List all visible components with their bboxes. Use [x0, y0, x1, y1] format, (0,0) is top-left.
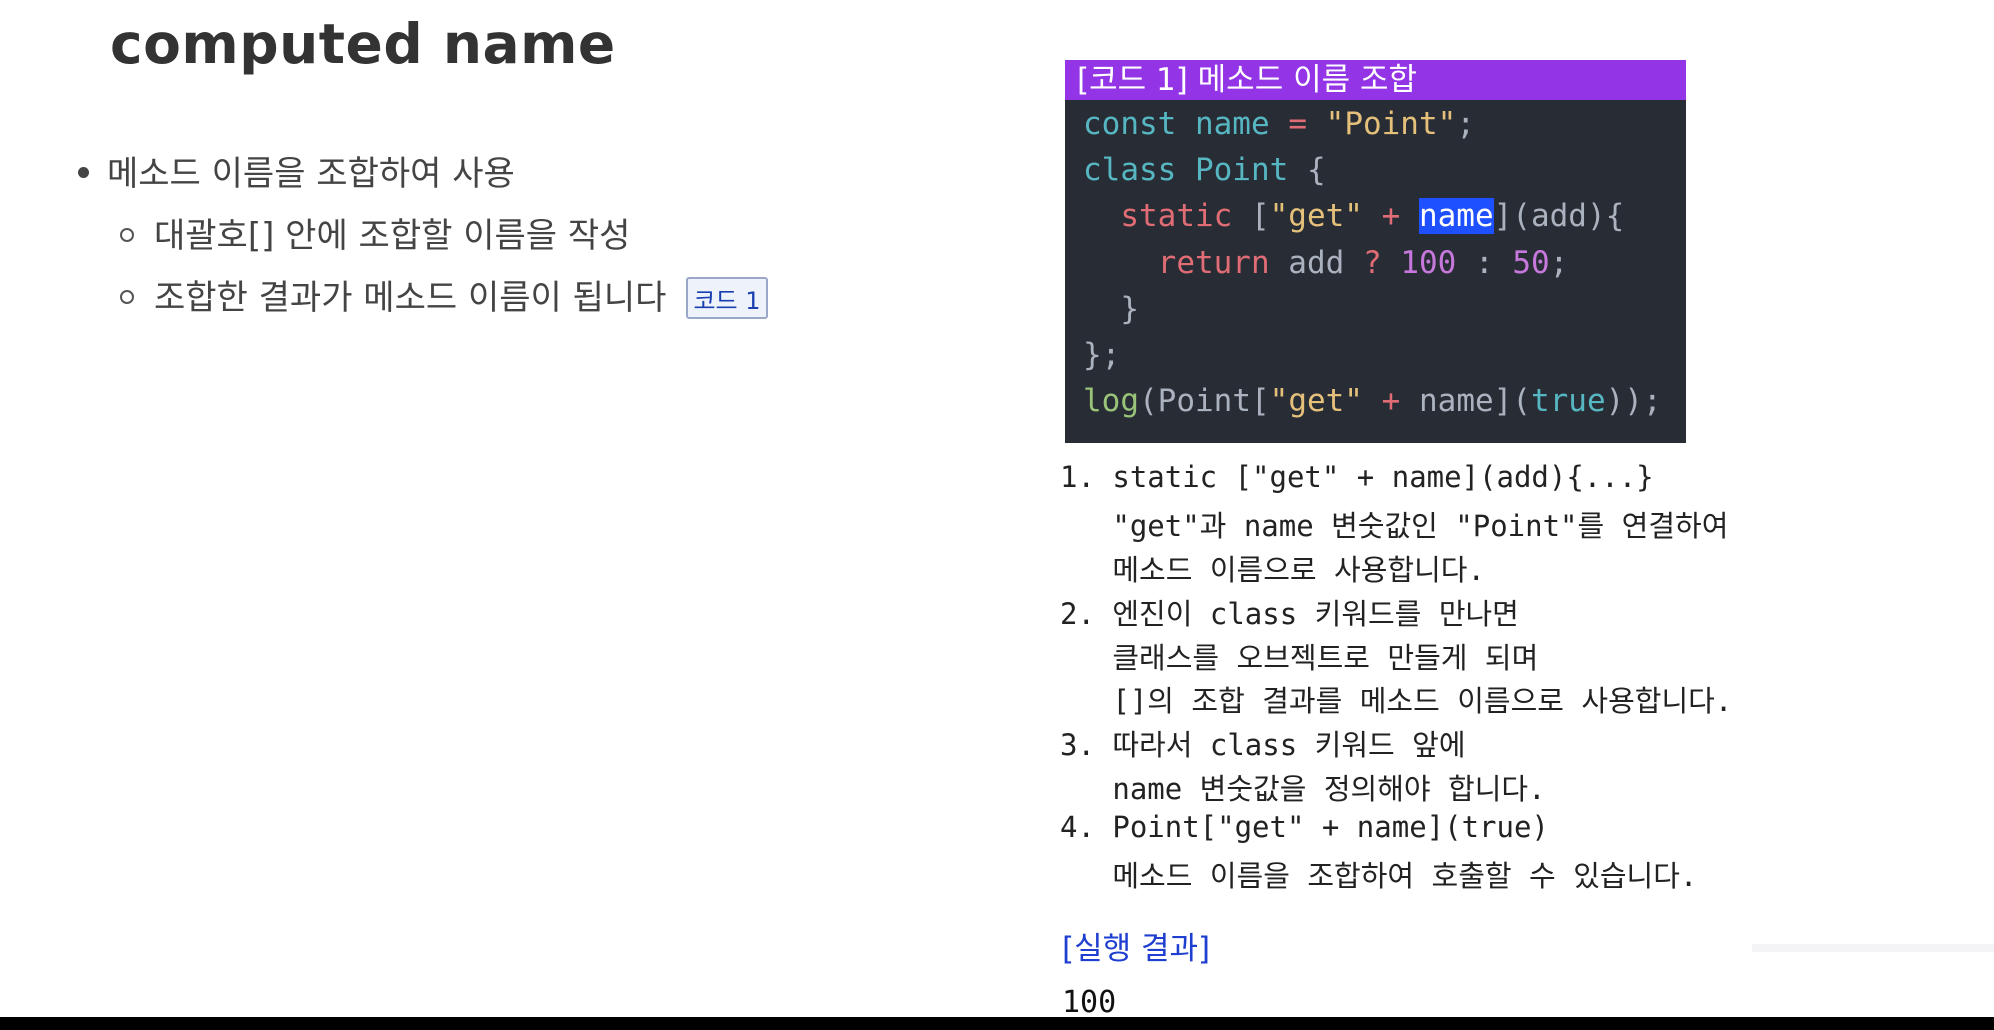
note-line: "get"과 name 변숫값인 "Point"를 연결하여 — [1060, 509, 1729, 543]
code-line-4: return add ? 100 : 50; — [1157, 245, 1569, 281]
bullet-sub-2-text: 조합한 결과가 메소드 이름이 됩니다 — [154, 278, 667, 318]
bullet-main: 메소드 이름을 조합하여 사용 — [78, 146, 515, 195]
code-ref-link[interactable]: 코드 1 — [686, 276, 768, 319]
note-line: 4. Point["get" + name](true) — [1060, 810, 1549, 844]
bullet-ring-icon — [120, 289, 134, 304]
code-line-6: }; — [1083, 337, 1121, 373]
code-line-2: class Point { — [1083, 152, 1326, 188]
note-line: []의 조합 결과를 메소드 이름으로 사용합니다. — [1060, 684, 1733, 718]
bullet-dot-icon — [78, 167, 89, 178]
result-value: 100 — [1062, 985, 1117, 1020]
note-line: 1. static ["get" + name](add){...} — [1060, 460, 1654, 494]
note-line: 3. 따라서 class 키워드 앞에 — [1060, 728, 1466, 762]
page-title: computed name — [110, 12, 616, 76]
code-line-7: log(Point["get" + name](true)); — [1083, 383, 1662, 419]
code-line-1: const name = "Point"; — [1083, 106, 1475, 142]
note-line: name 변숫값을 정의해야 합니다. — [1060, 772, 1546, 806]
code-header: [코드 1] 메소드 이름 조합 — [1065, 60, 1686, 100]
selected-token[interactable]: name — [1418, 198, 1494, 234]
bottom-bar — [0, 1017, 1994, 1030]
note-line: 메소드 이름을 조합하여 호출할 수 있습니다. — [1060, 859, 1698, 893]
divider — [1752, 944, 1994, 952]
bullet-sub-1: 대괄호[] 안에 조합할 이름을 작성 — [120, 208, 630, 257]
bullet-ring-icon — [120, 227, 134, 242]
bullet-sub-2: 조합한 결과가 메소드 이름이 됩니다 코드 1 — [120, 270, 768, 321]
bullet-main-text: 메소드 이름을 조합하여 사용 — [107, 154, 515, 194]
bullet-sub-1-text: 대괄호[] 안에 조합할 이름을 작성 — [154, 216, 631, 256]
note-line: 메소드 이름으로 사용합니다. — [1060, 553, 1485, 587]
code-line-5: } — [1083, 291, 1139, 327]
code-block: [코드 1] 메소드 이름 조합 const name = "Point"; c… — [1065, 60, 1686, 443]
result-label: [실행 결과] — [1062, 931, 1211, 967]
note-line: 2. 엔진이 class 키워드를 만나면 — [1060, 597, 1519, 631]
note-line: 클래스를 오브젝트로 만들게 되며 — [1060, 641, 1539, 675]
code-line-3: static ["get" + name](add){ — [1120, 198, 1625, 234]
